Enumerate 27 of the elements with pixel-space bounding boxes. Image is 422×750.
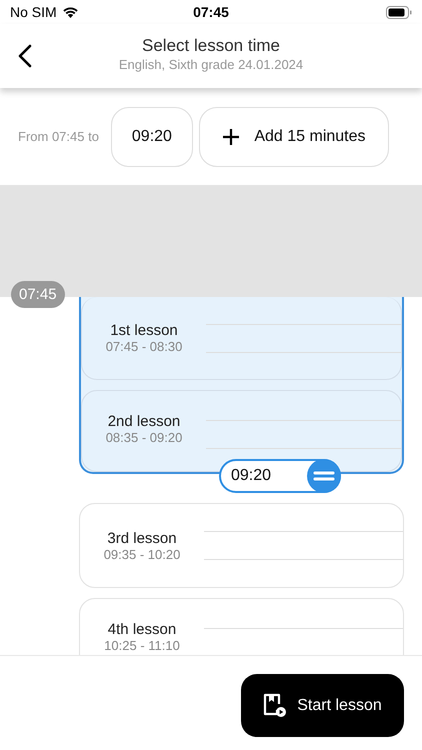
lesson-time: 07:45 - 08:30 — [106, 339, 182, 354]
drag-icon[interactable] — [307, 459, 341, 493]
lesson-name: 2nd lesson — [108, 413, 180, 430]
end-time-handle[interactable]: 09:20 — [219, 459, 341, 493]
lesson-time: 08:35 - 09:20 — [106, 430, 182, 445]
lesson-name: 4th lesson — [108, 621, 176, 638]
lesson-time: 09:35 - 10:20 — [104, 546, 180, 562]
lesson-play-icon — [263, 692, 288, 718]
screen-title: Select lesson time — [142, 36, 280, 56]
clock: 07:45 — [193, 4, 229, 20]
lesson-card[interactable]: 1st lesson 07:45 - 08:30 — [81, 297, 402, 380]
plus-icon — [222, 128, 240, 146]
start-time-marker: 07:45 — [11, 281, 65, 308]
lesson-time: 10:25 - 11:10 — [104, 638, 180, 653]
add-minutes-button[interactable]: Add 15 minutes — [198, 106, 389, 166]
lesson-name: 1st lesson — [110, 322, 178, 339]
lesson-card[interactable]: 4th lesson 10:25 - 11:10 — [79, 598, 404, 655]
screen-subtitle: English, Sixth grade 24.01.2024 — [118, 57, 304, 72]
end-time-button[interactable]: 09:20 — [110, 106, 193, 166]
lesson-name: 3rd lesson — [107, 530, 177, 546]
battery-icon — [386, 6, 412, 18]
range-label: From 07:45 to — [18, 129, 99, 144]
back-icon[interactable] — [18, 44, 32, 68]
lesson-card[interactable]: 3rd lesson 09:35 - 10:20 — [79, 503, 404, 588]
start-lesson-button[interactable]: Start lesson — [241, 674, 404, 737]
carrier-label: No SIM — [10, 4, 57, 20]
wifi-icon — [62, 6, 79, 18]
